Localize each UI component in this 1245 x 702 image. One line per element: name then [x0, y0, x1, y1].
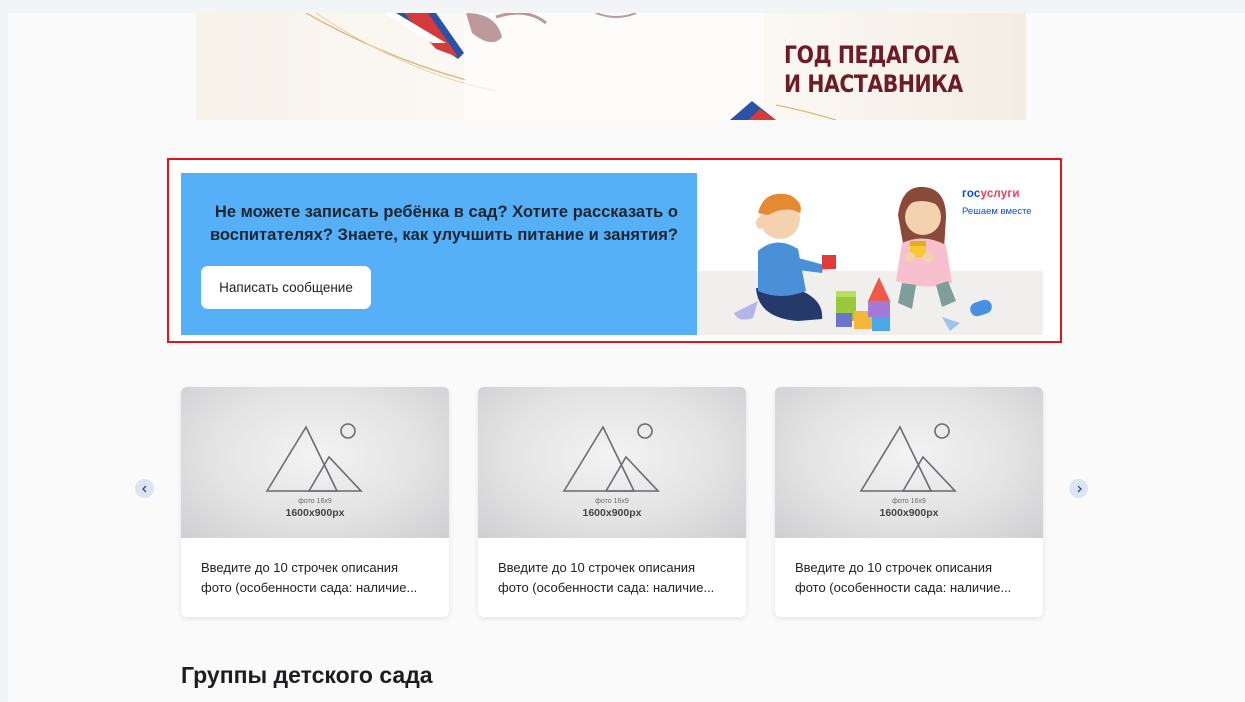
placeholder-caption: фото 16х9: [298, 498, 332, 505]
promo-text: Не можете записать ребёнка в сад? Хотите…: [208, 201, 678, 247]
card-description-line-1: Введите до 10 строчек описания: [795, 560, 993, 575]
photo-placeholder: фото 16х9 1600x900px: [775, 387, 1043, 538]
photo-card[interactable]: фото 16х9 1600x900px Введите до 10 строч…: [478, 387, 746, 617]
banner-title-line-2: И НАСТАВНИКА: [784, 70, 963, 98]
promo-text-line-1: Не можете записать ребёнка в сад? Хотите…: [214, 203, 678, 221]
chevron-right-icon: [1077, 485, 1082, 492]
promo-blue-panel: Не можете записать ребёнка в сад? Хотите…: [181, 173, 697, 335]
chevron-left-icon: [141, 485, 146, 492]
card-description-line-2: фото (особенности сада: наличие...: [498, 580, 715, 595]
gosuslugi-subtitle: Решаем вместе: [962, 206, 1032, 217]
banner-title: ГОД ПЕДАГОГА И НАСТАВНИКА: [784, 41, 963, 99]
promo-text-line-2: воспитателях? Знаете, как улучшить питан…: [209, 226, 678, 244]
placeholder-size: 1600x900px: [582, 507, 642, 519]
placeholder-size: 1600x900px: [285, 507, 345, 519]
photo-placeholder: фото 16х9 1600x900px: [478, 387, 746, 538]
card-description: Введите до 10 строчек описания фото (осо…: [201, 558, 441, 598]
carousel-prev-button[interactable]: [135, 479, 154, 498]
year-of-teacher-banner: ГОД ПЕДАГОГА И НАСТАВНИКА: [196, 13, 1026, 120]
carousel-next-button[interactable]: [1069, 479, 1088, 498]
banner-title-line-1: ГОД ПЕДАГОГА: [784, 41, 959, 69]
photo-card[interactable]: фото 16х9 1600x900px Введите до 10 строч…: [181, 387, 449, 617]
photo-card[interactable]: фото 16х9 1600x900px Введите до 10 строч…: [775, 387, 1043, 617]
write-message-button[interactable]: Написать сообщение: [201, 266, 371, 309]
photo-placeholder: фото 16х9 1600x900px: [181, 387, 449, 538]
gosuslugi-logo: госуслуги: [962, 188, 1020, 200]
gosuslugi-logo-part-1: гос: [962, 188, 981, 200]
card-description-line-2: фото (особенности сада: наличие...: [201, 580, 418, 595]
section-title: Группы детского сада: [181, 662, 433, 688]
card-description-line-1: Введите до 10 строчек описания: [201, 560, 399, 575]
kids-playing-illustration: госуслуги Решаем вместе: [698, 173, 1043, 335]
placeholder-caption: фото 16х9: [892, 498, 926, 505]
gosuslugi-promo-highlight: Не можете записать ребёнка в сад? Хотите…: [167, 158, 1062, 343]
gosuslugi-logo-part-2: услуги: [980, 188, 1020, 200]
card-description-line-2: фото (особенности сада: наличие...: [795, 580, 1012, 595]
placeholder-size: 1600x900px: [879, 507, 939, 519]
card-description: Введите до 10 строчек описания фото (осо…: [498, 558, 738, 598]
card-description: Введите до 10 строчек описания фото (осо…: [795, 558, 1035, 598]
placeholder-caption: фото 16х9: [595, 498, 629, 505]
card-description-line-1: Введите до 10 строчек описания: [498, 560, 696, 575]
